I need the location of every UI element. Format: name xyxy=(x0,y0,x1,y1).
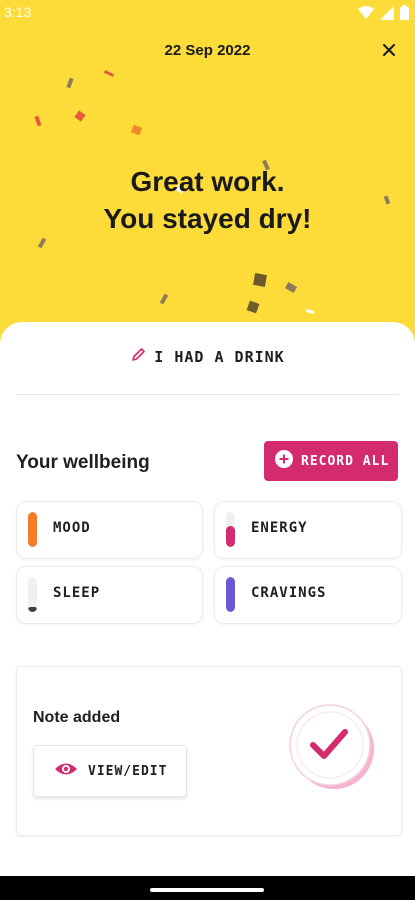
energy-level-bar xyxy=(226,512,235,547)
wellbeing-card-cravings[interactable]: CRAVINGS xyxy=(214,566,402,624)
confetti xyxy=(305,309,315,314)
close-icon xyxy=(383,41,395,60)
wellbeing-title: Your wellbeing xyxy=(16,452,150,473)
confetti xyxy=(34,115,42,127)
date-label: 22 Sep 2022 xyxy=(164,42,251,59)
headline-line-2: You stayed dry! xyxy=(103,203,312,234)
confetti xyxy=(159,293,169,305)
confetti xyxy=(253,273,267,287)
sleep-level-fill xyxy=(28,606,37,612)
battery-icon xyxy=(400,5,409,24)
check-icon xyxy=(286,704,376,796)
cravings-level-bar xyxy=(226,577,235,612)
confetti xyxy=(103,70,115,77)
had-a-drink-button[interactable]: I HAD A DRINK xyxy=(0,346,415,368)
wellbeing-card-energy[interactable]: ENERGY xyxy=(214,501,402,559)
confetti xyxy=(74,110,86,122)
sleep-label: SLEEP xyxy=(53,585,101,601)
status-time: 3:13 xyxy=(4,4,32,20)
had-a-drink-label: I HAD A DRINK xyxy=(154,348,285,366)
mood-level-bar xyxy=(28,512,37,547)
cravings-label: CRAVINGS xyxy=(251,585,327,601)
mood-level-fill xyxy=(28,512,37,547)
wellbeing-card-mood[interactable]: MOOD xyxy=(16,501,203,559)
energy-label: ENERGY xyxy=(251,520,308,536)
divider xyxy=(16,394,399,395)
mood-label: MOOD xyxy=(53,520,91,536)
check-badge xyxy=(286,702,376,792)
confetti xyxy=(130,124,143,136)
wellbeing-card-sleep[interactable]: SLEEP xyxy=(16,566,203,624)
confetti xyxy=(37,237,47,249)
pencil-icon xyxy=(130,347,146,367)
plus-circle-icon xyxy=(275,450,293,472)
confetti xyxy=(246,300,260,314)
record-all-label: RECORD ALL xyxy=(301,453,390,469)
confetti xyxy=(66,77,74,89)
eye-icon xyxy=(54,761,78,781)
confetti xyxy=(284,281,298,294)
wifi-icon xyxy=(358,5,374,24)
note-title: Note added xyxy=(33,709,121,726)
close-button[interactable] xyxy=(377,38,401,62)
headline: Great work. You stayed dry! xyxy=(0,163,415,237)
sleep-level-bar xyxy=(28,577,37,612)
cravings-level-fill xyxy=(226,577,235,612)
view-edit-button[interactable]: VIEW/EDIT xyxy=(33,745,187,797)
energy-level-fill xyxy=(226,526,235,547)
signal-icon xyxy=(380,5,394,24)
home-indicator[interactable] xyxy=(150,888,264,892)
view-edit-label: VIEW/EDIT xyxy=(88,763,168,779)
headline-line-1: Great work. xyxy=(130,166,285,197)
record-all-button[interactable]: RECORD ALL xyxy=(264,441,398,481)
status-bar: 3:13 xyxy=(0,0,415,28)
